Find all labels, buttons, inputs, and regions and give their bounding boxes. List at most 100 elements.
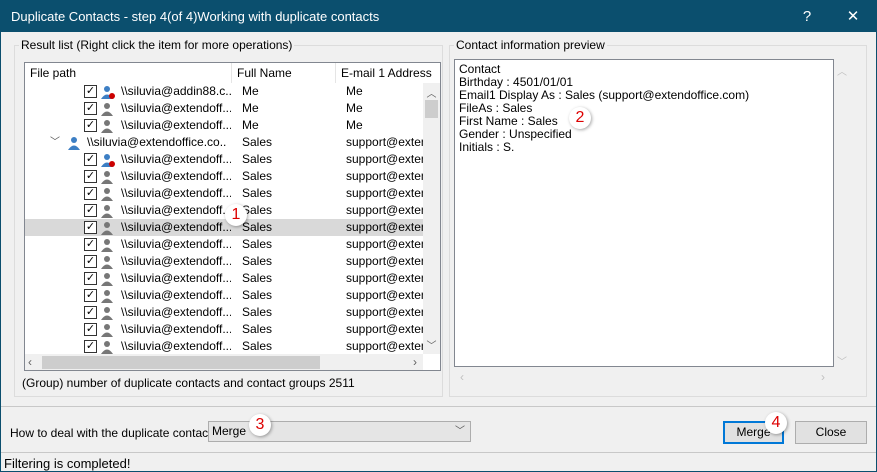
action-label: How to deal with the duplicate contacts?	[10, 426, 225, 440]
preview-scroll-up-icon[interactable]: ︿	[837, 63, 847, 78]
row-checkbox[interactable]: ✓	[84, 119, 97, 132]
table-row[interactable]: ✓ \\siluvia@extendoff... Sales support@exte…	[25, 202, 423, 219]
contact-icon	[67, 136, 81, 150]
step-marker-3: 3	[249, 414, 271, 436]
table-row[interactable]: ✓ \\siluvia@extendoff... Me Me	[25, 100, 423, 117]
preview-line: Gender : Unspecified	[459, 127, 572, 141]
full-name: Sales	[242, 237, 273, 251]
email-address: support@exten	[346, 135, 423, 149]
scroll-down-icon[interactable]: ﹀	[423, 337, 440, 352]
row-checkbox[interactable]: ✓	[84, 289, 97, 302]
preview-scroll-right-icon[interactable]: ›	[821, 370, 825, 384]
table-row[interactable]: ✓ \\siluvia@extendoff... Sales support@exte…	[25, 219, 423, 236]
contact-icon	[101, 340, 115, 354]
file-path: \\siluvia@extendoff...	[121, 322, 231, 336]
column-email[interactable]: E-mail 1 Address	[336, 63, 440, 83]
table-row[interactable]: ✓ \\siluvia@extendoff... Sales support@exte…	[25, 253, 423, 270]
column-full-name[interactable]: Full Name	[232, 63, 336, 83]
full-name: Sales	[242, 305, 273, 319]
row-checkbox[interactable]: ✓	[84, 204, 97, 217]
contact-icon	[101, 187, 115, 201]
preview-scroll-left-icon[interactable]: ‹	[460, 370, 464, 384]
chevron-down-icon: ﹀	[455, 426, 465, 437]
row-checkbox[interactable]: ✓	[84, 221, 97, 234]
file-path: \\siluvia@extendoff...	[121, 254, 231, 268]
contact-icon	[101, 170, 115, 184]
contact-icon	[101, 238, 115, 252]
scroll-left-icon[interactable]: ‹	[28, 355, 32, 369]
email-address: support@exten	[346, 271, 423, 285]
file-path: \\siluvia@extendoff...	[121, 101, 231, 115]
table-row[interactable]: ✓ \\siluvia@extendoff... Sales support@exte…	[25, 304, 423, 321]
table-row[interactable]: ✓ \\siluvia@extendoff... Sales support@exte…	[25, 287, 423, 304]
scrollbar-thumb[interactable]	[425, 100, 438, 118]
vertical-scrollbar[interactable]: ︿ ﹀	[423, 83, 440, 354]
contact-preview[interactable]: Contact Birthday : 4501/01/01 Email1 Displ…	[454, 59, 834, 367]
file-path: \\siluvia@extendoff...	[121, 118, 231, 132]
help-button[interactable]: ?	[787, 1, 827, 32]
row-checkbox[interactable]: ✓	[84, 170, 97, 183]
row-checkbox[interactable]: ✓	[84, 272, 97, 285]
table-row[interactable]: ✓ \\siluvia@addin88.c... Me Me	[25, 83, 423, 100]
file-path: \\siluvia@extendoff...	[121, 339, 231, 353]
full-name: Sales	[242, 135, 273, 149]
contact-icon	[101, 323, 115, 337]
row-checkbox[interactable]: ✓	[84, 102, 97, 115]
full-name: Me	[242, 84, 259, 98]
close-button[interactable]: Close	[795, 421, 867, 444]
email-address: support@exten	[346, 203, 423, 217]
contact-conflict-icon	[101, 85, 115, 99]
email-address: support@exten	[346, 322, 423, 336]
preview-label: Contact information preview	[454, 38, 607, 52]
table-row[interactable]: ✓ \\siluvia@extendoff... Sales support@exte…	[25, 236, 423, 253]
email-address: support@exten	[346, 220, 423, 234]
contact-icon	[101, 204, 115, 218]
contact-icon	[101, 102, 115, 116]
table-row[interactable]: ✓ \\siluvia@extendoff... Sales support@exte…	[25, 185, 423, 202]
full-name: Sales	[242, 322, 273, 336]
row-checkbox[interactable]: ✓	[84, 323, 97, 336]
table-row[interactable]: ✓ \\siluvia@extendoff... Sales support@exte…	[25, 338, 423, 355]
h-scrollbar-thumb[interactable]	[42, 356, 320, 369]
scroll-right-icon[interactable]: ›	[413, 355, 417, 369]
contact-icon	[101, 255, 115, 269]
status-divider	[1, 452, 876, 453]
full-name: Sales	[242, 220, 273, 234]
table-row[interactable]: ✓ \\siluvia@extendoff... Sales support@exte…	[25, 321, 423, 338]
row-checkbox[interactable]: ✓	[84, 187, 97, 200]
preview-line: Initials : S.	[459, 140, 515, 154]
full-name: Sales	[242, 254, 273, 268]
file-path: \\siluvia@extendoff...	[121, 271, 231, 285]
email-address: Me	[346, 84, 363, 98]
full-name: Sales	[242, 339, 273, 353]
file-path: \\siluvia@extendoff...	[121, 203, 231, 217]
preview-scroll-down-icon[interactable]: ﹀	[837, 353, 847, 368]
row-checkbox[interactable]: ✓	[84, 255, 97, 268]
table-row[interactable]: ✓ \\siluvia@extendoff... Me Me	[25, 117, 423, 134]
table-row[interactable]: ✓ \\siluvia@extendoff... Sales support@exte…	[25, 168, 423, 185]
row-checkbox[interactable]: ✓	[84, 238, 97, 251]
row-checkbox[interactable]: ✓	[84, 340, 97, 353]
contact-icon	[101, 221, 115, 235]
count-text: (Group) number of duplicate contacts and…	[22, 376, 355, 390]
file-path: \\siluvia@extendoff...	[121, 186, 231, 200]
row-checkbox[interactable]: ✓	[84, 153, 97, 166]
horizontal-scrollbar[interactable]: ‹ ›	[25, 354, 423, 370]
email-address: support@exten	[346, 152, 423, 166]
scroll-up-icon[interactable]: ︿	[423, 85, 440, 100]
row-checkbox[interactable]: ✓	[84, 306, 97, 319]
file-path: \\siluvia@extendoff...	[121, 288, 231, 302]
expand-chevron-icon[interactable]: ﹀	[50, 134, 60, 151]
column-file-path[interactable]: File path	[25, 63, 232, 83]
table-row[interactable]: ✓ \\siluvia@extendoff... Sales support@exte…	[25, 151, 423, 168]
full-name: Sales	[242, 152, 273, 166]
table-row[interactable]: ✓ \\siluvia@extendoff... Sales support@exte…	[25, 270, 423, 287]
action-select[interactable]: Merge ﹀	[208, 421, 471, 442]
file-path: \\siluvia@addin88.c...	[121, 84, 231, 98]
row-checkbox[interactable]: ✓	[84, 85, 97, 98]
group-row[interactable]: ﹀ \\siluvia@extendoffice.co... Sales suppor…	[25, 134, 423, 151]
close-window-button[interactable]: ✕	[833, 1, 873, 32]
contact-icon	[101, 119, 115, 133]
contact-icon	[101, 306, 115, 320]
email-address: support@exten	[346, 305, 423, 319]
